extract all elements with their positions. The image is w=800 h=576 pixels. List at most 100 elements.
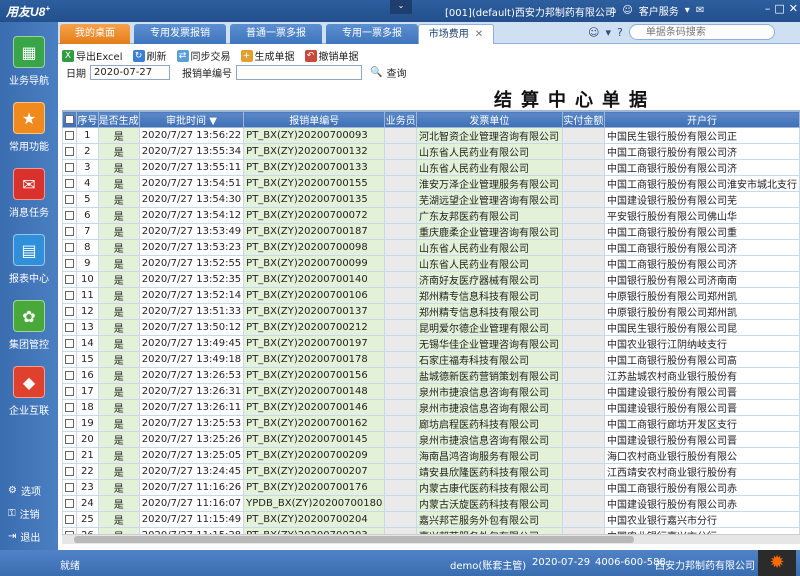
row-checkbox[interactable]	[62, 367, 78, 384]
row-checkbox-box[interactable]	[65, 162, 75, 172]
row-checkbox[interactable]	[62, 479, 78, 496]
close-icon[interactable]: ✕	[789, 2, 798, 15]
row-checkbox-box[interactable]	[65, 450, 75, 460]
row-checkbox-box[interactable]	[65, 146, 75, 156]
collapse-chevron-icon[interactable]: ⌄	[390, 0, 412, 14]
row-checkbox-box[interactable]	[65, 130, 75, 140]
table-row[interactable]: 11 是 2020/7/27 13:52:14 PT_BX(ZY)2020070010…	[62, 287, 800, 304]
row-checkbox-box[interactable]	[65, 258, 75, 268]
sync-button[interactable]: ⇄ 同步交易	[176, 48, 231, 63]
table-row[interactable]: 6 是 2020/7/27 13:54:12 PT_BX(ZY)20200700072…	[62, 207, 800, 224]
close-tab-icon[interactable]: ✕	[475, 29, 483, 40]
revoke-button[interactable]: ↶ 撤销单据	[304, 48, 359, 63]
row-checkbox[interactable]	[62, 511, 78, 528]
settings-gear-icon[interactable]: ✹	[758, 550, 796, 576]
sidebar-item-connect[interactable]: ◆ 企业互联	[4, 366, 54, 417]
row-checkbox-box[interactable]	[65, 402, 75, 412]
row-checkbox[interactable]	[62, 207, 78, 224]
chat-icon[interactable]: ✉	[696, 5, 704, 16]
query-button[interactable]: 查询	[386, 65, 406, 80]
maximize-icon[interactable]: □	[774, 2, 784, 15]
row-checkbox-box[interactable]	[65, 370, 75, 380]
table-row[interactable]: 25 是 2020/7/27 11:15:49 PT_BX(ZY)2020070020…	[62, 511, 800, 528]
row-checkbox-box[interactable]	[65, 434, 75, 444]
table-row[interactable]: 8 是 2020/7/27 13:53:23 PT_BX(ZY)20200700098…	[62, 239, 800, 256]
row-checkbox[interactable]	[62, 495, 78, 512]
row-checkbox-box[interactable]	[65, 274, 75, 284]
row-checkbox-box[interactable]	[65, 322, 75, 332]
col-header-invoice-unit[interactable]: 发票单位	[415, 111, 563, 128]
row-checkbox[interactable]	[62, 271, 78, 288]
row-checkbox-box[interactable]	[65, 354, 75, 364]
row-checkbox[interactable]	[62, 447, 78, 464]
doc-number-field[interactable]	[236, 65, 362, 80]
row-checkbox[interactable]	[62, 255, 78, 272]
customer-service-button[interactable]: 客户服务	[639, 3, 679, 18]
table-row[interactable]: 2 是 2020/7/27 13:55:34 PT_BX(ZY)20200700132…	[62, 143, 800, 160]
options-button[interactable]: ⚙ 选项	[8, 483, 41, 498]
row-checkbox[interactable]	[62, 415, 78, 432]
table-row[interactable]: 12 是 2020/7/27 13:51:33 PT_BX(ZY)2020070013…	[62, 303, 800, 320]
row-checkbox-box[interactable]	[65, 418, 75, 428]
generate-button[interactable]: + 生成单据	[240, 48, 295, 63]
row-checkbox[interactable]	[62, 191, 78, 208]
tab-normal-multi[interactable]: 普通一票多报	[230, 24, 322, 44]
table-row[interactable]: 20 是 2020/7/27 13:25:26 PT_BX(ZY)2020070014…	[62, 431, 800, 448]
row-checkbox-box[interactable]	[65, 482, 75, 492]
sidebar-item-group[interactable]: ✿ 集团管控	[4, 300, 54, 351]
table-row[interactable]: 10 是 2020/7/27 13:52:35 PT_BX(ZY)2020070014…	[62, 271, 800, 288]
table-row[interactable]: 17 是 2020/7/27 13:26:31 PT_BX(ZY)2020070014…	[62, 383, 800, 400]
table-row[interactable]: 19 是 2020/7/27 13:25:53 PT_BX(ZY)2020070016…	[62, 415, 800, 432]
row-checkbox[interactable]	[62, 463, 78, 480]
row-checkbox-box[interactable]	[65, 226, 75, 236]
table-row[interactable]: 16 是 2020/7/27 13:26:53 PT_BX(ZY)2020070015…	[62, 367, 800, 384]
smiley-icon[interactable]: ☺	[588, 26, 599, 39]
table-row[interactable]: 24 是 2020/7/27 11:16:07 YPDB_BX(ZY)20200700…	[62, 495, 800, 512]
minimize-icon[interactable]: –	[765, 2, 771, 15]
home-icon[interactable]: ⌂	[610, 5, 616, 16]
col-header-bank[interactable]: 开户行	[603, 111, 800, 128]
row-checkbox[interactable]	[62, 335, 78, 352]
table-row[interactable]: 13 是 2020/7/27 13:50:12 PT_BX(ZY)2020070021…	[62, 319, 800, 336]
table-row[interactable]: 7 是 2020/7/27 13:53:49 PT_BX(ZY)20200700187…	[62, 223, 800, 240]
dropdown-icon[interactable]: ▾	[605, 26, 611, 39]
table-row[interactable]: 21 是 2020/7/27 13:25:05 PT_BX(ZY)2020070020…	[62, 447, 800, 464]
row-checkbox[interactable]	[62, 431, 78, 448]
row-checkbox[interactable]	[62, 303, 78, 320]
col-header-paid-amount[interactable]: 实付金额	[561, 111, 605, 128]
row-checkbox-box[interactable]	[65, 194, 75, 204]
date-field[interactable]: 2020-07-27	[90, 65, 170, 80]
table-row[interactable]: 22 是 2020/7/27 13:24:45 PT_BX(ZY)2020070020…	[62, 463, 800, 480]
scrollbar-thumb[interactable]	[74, 536, 634, 543]
sidebar-item-messages[interactable]: ✉ 消息任务	[4, 168, 54, 219]
row-checkbox[interactable]	[62, 319, 78, 336]
sidebar-item-business-nav[interactable]: ▦ 业务导航	[4, 36, 54, 87]
table-row[interactable]: 15 是 2020/7/27 13:49:18 PT_BX(ZY)2020070017…	[62, 351, 800, 368]
row-checkbox-box[interactable]	[65, 498, 75, 508]
table-row[interactable]: 9 是 2020/7/27 13:52:55 PT_BX(ZY)20200700099…	[62, 255, 800, 272]
row-checkbox[interactable]	[62, 351, 78, 368]
sidebar-item-reports[interactable]: ▤ 报表中心	[4, 234, 54, 285]
col-header-generated[interactable]: 是否生成	[97, 111, 140, 128]
row-checkbox-box[interactable]	[65, 338, 75, 348]
col-header-doc-number[interactable]: 报销单编号	[243, 111, 386, 128]
row-checkbox[interactable]	[62, 287, 78, 304]
logout-button[interactable]: ⚿ 注销	[8, 506, 40, 521]
table-row[interactable]: 3 是 2020/7/27 13:55:11 PT_BX(ZY)20200700133…	[62, 159, 800, 176]
row-checkbox[interactable]	[62, 239, 78, 256]
table-row[interactable]: 4 是 2020/7/27 13:54:51 PT_BX(ZY)20200700155…	[62, 175, 800, 192]
table-row[interactable]: 23 是 2020/7/27 11:16:26 PT_BX(ZY)2020070017…	[62, 479, 800, 496]
row-checkbox-box[interactable]	[65, 290, 75, 300]
table-row[interactable]: 14 是 2020/7/27 13:49:45 PT_BX(ZY)2020070019…	[62, 335, 800, 352]
row-checkbox-box[interactable]	[65, 466, 75, 476]
tab-desktop[interactable]: 我的桌面	[60, 24, 130, 44]
row-checkbox[interactable]	[62, 159, 78, 176]
row-checkbox[interactable]	[62, 383, 78, 400]
col-header-salesman[interactable]: 业务员	[384, 111, 417, 128]
col-header-approval-time[interactable]: 审批时间 ▼	[138, 111, 245, 128]
refresh-button[interactable]: ↻ 刷新	[132, 48, 167, 63]
row-checkbox-box[interactable]	[65, 514, 75, 524]
horizontal-scrollbar[interactable]	[62, 534, 800, 544]
col-header-seq[interactable]: 序号	[76, 111, 99, 128]
search-input[interactable]	[628, 24, 775, 40]
